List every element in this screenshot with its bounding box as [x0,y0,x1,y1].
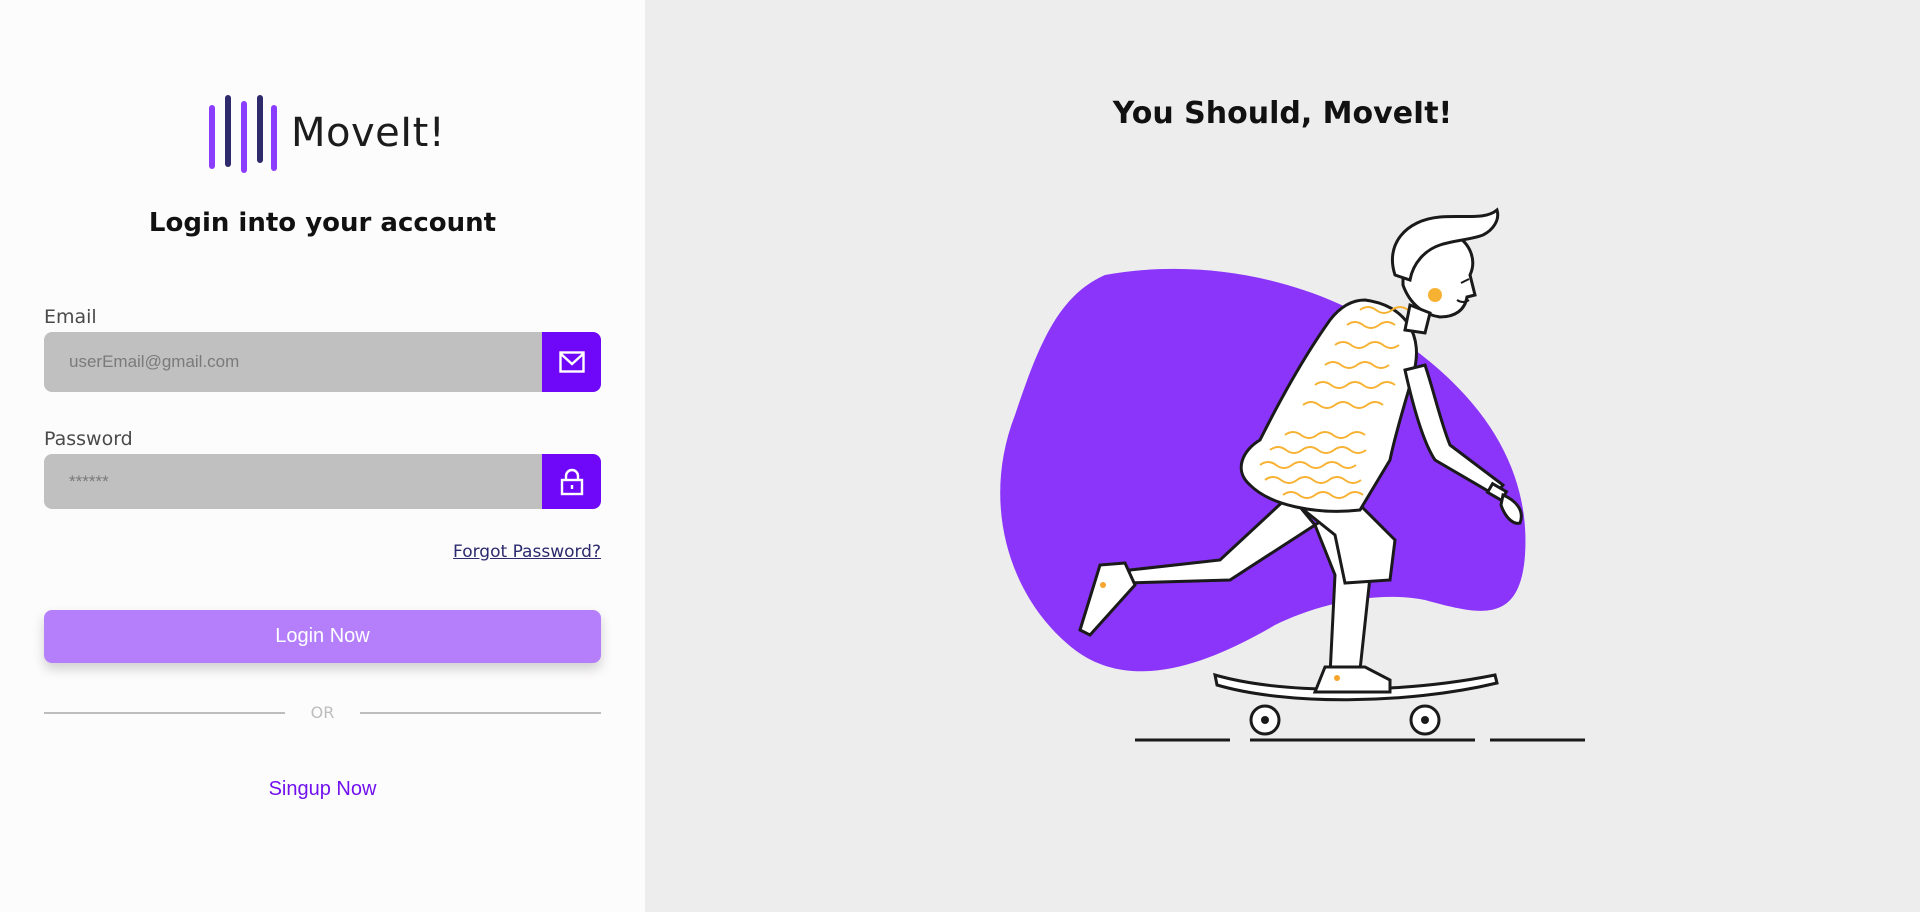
login-button[interactable]: Login Now [44,610,601,663]
email-field[interactable] [44,332,542,392]
login-panel: MoveIt! Login into your account Email Pa… [0,0,645,912]
page-title: Login into your account [148,208,497,238]
password-label: Password [44,428,133,450]
password-input-group [44,454,601,509]
email-input-group [44,332,601,392]
lock-icon [542,454,601,509]
skateboarder-illustration [1000,207,1585,742]
logo: MoveIt! [207,93,445,173]
forgot-password-link[interactable]: Forgot Password? [453,542,601,562]
page: MoveIt! Login into your account Email Pa… [0,0,1920,912]
logo-bars-icon [209,95,277,173]
promo-panel: You Should, MoveIt! [645,0,1920,912]
promo-title: You Should, MoveIt! [1112,96,1453,131]
or-divider: OR [44,702,601,722]
mail-icon [542,332,601,392]
divider-line-right [360,712,601,714]
email-label: Email [44,306,97,328]
signup-link[interactable]: Singup Now [0,778,645,801]
brand-name: MoveIt! [291,110,446,156]
password-field[interactable] [44,454,542,509]
